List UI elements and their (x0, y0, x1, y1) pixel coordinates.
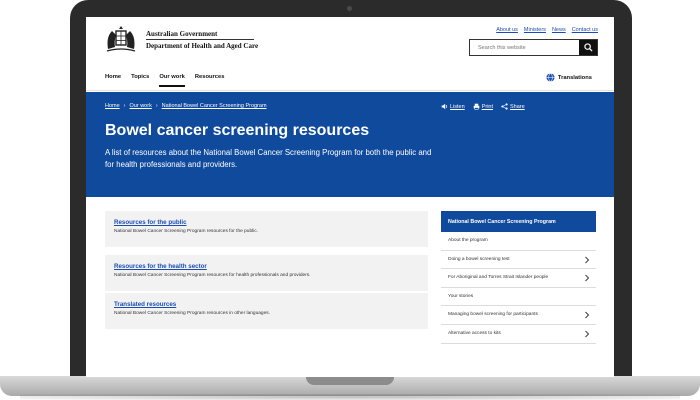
breadcrumb-separator: › (155, 103, 158, 109)
laptop-notch (306, 376, 394, 385)
side-nav-label: Alternative access to kits (448, 330, 501, 336)
webcam-icon (347, 6, 352, 11)
side-nav-alternative-access[interactable]: Alternative access to kits (441, 325, 596, 344)
print-label: Print (481, 103, 493, 110)
breadcrumb-home[interactable]: Home (105, 103, 120, 109)
translations-label: Translations (557, 74, 592, 81)
side-nav-doing-test[interactable]: Doing a bowel screening test (441, 251, 596, 270)
hero-banner: Home › Our work › National Bowel Cancer … (86, 92, 614, 197)
print-button[interactable]: Print (473, 103, 493, 110)
resource-card-description: National Bowel Cancer Screening Program … (114, 311, 270, 316)
government-name: Australian Government (146, 30, 218, 38)
print-icon (473, 103, 479, 110)
breadcrumb-our-work[interactable]: Our work (130, 103, 152, 109)
main-nav: Home Topics Our work Resources Translati… (86, 69, 614, 91)
search-icon (583, 43, 593, 52)
chevron-right-icon (585, 312, 590, 319)
coat-of-arms-icon (106, 26, 136, 52)
nav-topics[interactable]: Topics (131, 74, 149, 87)
listen-button[interactable]: Listen (441, 103, 465, 110)
laptop-shadow (20, 394, 680, 400)
resources-public-link[interactable]: Resources for the public (114, 219, 187, 226)
side-nav-aboriginal[interactable]: For Aboriginal and Torres Strait Islande… (441, 269, 596, 288)
about-us-link[interactable]: About us (496, 27, 518, 33)
nav-home[interactable]: Home (105, 74, 121, 87)
listen-label: Listen (450, 103, 465, 110)
side-nav-label: For Aboriginal and Torres Strait Islande… (448, 275, 549, 281)
side-nav-managing-screening[interactable]: Managing bowel screening for participant… (441, 306, 596, 325)
speaker-icon (441, 103, 448, 110)
ministers-link[interactable]: Ministers (524, 27, 546, 33)
side-nav-label: About the program (448, 238, 488, 243)
side-navigation: National Bowel Cancer Screening Program … (441, 211, 596, 344)
browser-screen: Australian Government Department of Heal… (86, 17, 614, 377)
share-button[interactable]: Share (501, 103, 525, 110)
chevron-right-icon (585, 256, 590, 263)
resource-card: Resources for the health sector National… (105, 255, 428, 291)
side-nav-label: Managing bowel screening for participant… (448, 312, 538, 318)
share-icon (501, 103, 508, 110)
side-nav-about-program[interactable]: About the program (441, 232, 596, 251)
search-box (469, 39, 598, 56)
nav-our-work[interactable]: Our work (159, 74, 185, 87)
globe-icon (546, 73, 555, 82)
utility-links: About us Ministers News Contact us (496, 27, 598, 33)
side-nav-label: Your stories (448, 293, 474, 299)
department-name: Department of Health and Aged Care (146, 42, 259, 50)
logo-divider (146, 39, 254, 40)
nav-resources[interactable]: Resources (195, 74, 225, 87)
side-nav-your-stories[interactable]: Your stories (441, 288, 596, 307)
resource-card: Translated resources National Bowel Canc… (105, 293, 428, 329)
site-header: Australian Government Department of Heal… (86, 17, 614, 69)
breadcrumb-nbcsp[interactable]: National Bowel Cancer Screening Program (162, 103, 267, 109)
search-button[interactable] (579, 40, 597, 55)
chevron-right-icon (585, 274, 590, 282)
search-input[interactable] (470, 40, 580, 55)
news-link[interactable]: News (552, 27, 566, 33)
breadcrumb-separator: › (123, 103, 126, 109)
page-tools: Listen Print Share (441, 103, 525, 110)
share-label: Share (510, 103, 525, 110)
resources-health-sector-link[interactable]: Resources for the health sector (114, 263, 207, 270)
chevron-right-icon (585, 330, 590, 338)
side-nav-heading[interactable]: National Bowel Cancer Screening Program (441, 211, 596, 232)
breadcrumb: Home › Our work › National Bowel Cancer … (105, 103, 267, 109)
contact-us-link[interactable]: Contact us (572, 27, 598, 33)
translated-resources-link[interactable]: Translated resources (114, 301, 176, 308)
resource-card: Resources for the public National Bowel … (105, 211, 428, 247)
resource-card-description: National Bowel Cancer Screening Program … (114, 273, 311, 278)
page-title: Bowel cancer screening resources (105, 122, 370, 139)
side-nav-label: Doing a bowel screening test (448, 256, 510, 262)
page-description: A list of resources about the National B… (105, 148, 432, 169)
resource-card-description: National Bowel Cancer Screening Program … (114, 229, 258, 234)
translations-button[interactable]: Translations (546, 73, 592, 82)
